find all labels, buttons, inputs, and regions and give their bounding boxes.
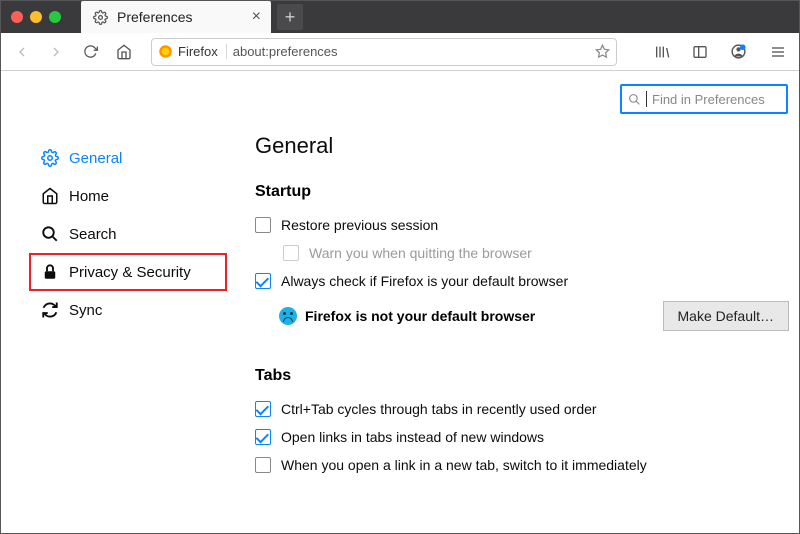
preferences-content: General Home Search Privacy & Security S… (1, 71, 799, 533)
checkbox-label: Always check if Firefox is your default … (281, 273, 568, 289)
library-button[interactable] (647, 37, 677, 67)
sidebar-item-label: Sync (69, 302, 102, 319)
tabs-heading: Tabs (255, 367, 787, 385)
tab-title: Preferences (117, 9, 192, 25)
startup-heading: Startup (255, 183, 787, 201)
sidebar-item-label: Home (69, 188, 109, 205)
checkbox-disabled (283, 245, 299, 261)
site-identity[interactable]: Firefox (158, 44, 227, 59)
sidebar-item-sync[interactable]: Sync (35, 291, 227, 329)
lock-icon (41, 263, 59, 281)
gear-icon (41, 149, 59, 167)
checkbox-label: Ctrl+Tab cycles through tabs in recently… (281, 401, 597, 417)
checkbox-label: Open links in tabs instead of new window… (281, 429, 544, 445)
gear-icon (91, 8, 109, 26)
warn-quit-checkbox-row: Warn you when quitting the browser (255, 239, 787, 267)
new-tab-button[interactable]: + (277, 4, 303, 30)
forward-button[interactable] (41, 37, 71, 67)
default-browser-status-text: Firefox is not your default browser (305, 308, 535, 324)
checkbox-label: Restore previous session (281, 217, 438, 233)
switch-new-tab-checkbox-row[interactable]: When you open a link in a new tab, switc… (255, 451, 787, 479)
checkbox-checked[interactable] (255, 401, 271, 417)
home-button[interactable] (109, 37, 139, 67)
sidebar-item-search[interactable]: Search (35, 215, 227, 253)
checkbox-checked[interactable] (255, 429, 271, 445)
page-title: General (255, 133, 787, 159)
sidebar-toggle-button[interactable] (685, 37, 715, 67)
sidebar-item-label: General (69, 150, 122, 167)
account-button[interactable] (723, 37, 753, 67)
default-browser-status-row: Firefox is not your default browser Make… (255, 295, 787, 337)
checkbox-unchecked[interactable] (255, 457, 271, 473)
browser-toolbar: Firefox about:preferences (1, 33, 799, 71)
text-cursor (646, 91, 647, 107)
open-links-tabs-checkbox-row[interactable]: Open links in tabs instead of new window… (255, 423, 787, 451)
checkbox-checked[interactable] (255, 273, 271, 289)
restore-session-checkbox-row[interactable]: Restore previous session (255, 211, 787, 239)
back-button[interactable] (7, 37, 37, 67)
close-tab-button[interactable]: × (252, 8, 261, 26)
checkbox-label: Warn you when quitting the browser (309, 245, 532, 261)
button-label: Make Default… (678, 308, 774, 324)
minimize-window-button[interactable] (30, 11, 42, 23)
search-icon (41, 225, 59, 243)
url-text: about:preferences (233, 44, 589, 59)
reload-button[interactable] (75, 37, 105, 67)
always-check-default-checkbox-row[interactable]: Always check if Firefox is your default … (255, 267, 787, 295)
checkbox-unchecked[interactable] (255, 217, 271, 233)
home-icon (41, 187, 59, 205)
sidebar-item-label: Search (69, 226, 117, 243)
checkbox-label: When you open a link in a new tab, switc… (281, 457, 647, 473)
find-in-preferences-input[interactable]: Find in Preferences (620, 84, 788, 114)
sidebar-item-general[interactable]: General (35, 139, 227, 177)
url-bar[interactable]: Firefox about:preferences (151, 38, 617, 66)
sync-icon (41, 301, 59, 319)
menu-button[interactable] (763, 37, 793, 67)
search-icon (628, 93, 641, 106)
ctrl-tab-checkbox-row[interactable]: Ctrl+Tab cycles through tabs in recently… (255, 395, 787, 423)
identity-label: Firefox (178, 44, 218, 59)
search-placeholder: Find in Preferences (652, 92, 765, 107)
browser-tab-preferences[interactable]: Preferences × (81, 1, 271, 33)
sidebar-item-label: Privacy & Security (69, 264, 191, 281)
make-default-button[interactable]: Make Default… (663, 301, 789, 331)
maximize-window-button[interactable] (49, 11, 61, 23)
close-window-button[interactable] (11, 11, 23, 23)
bookmark-star-icon[interactable] (595, 44, 610, 59)
preferences-sidebar: General Home Search Privacy & Security S… (1, 71, 227, 533)
titlebar: Preferences × + (1, 1, 799, 33)
window-controls (11, 11, 61, 23)
sidebar-item-home[interactable]: Home (35, 177, 227, 215)
sad-face-icon (279, 307, 297, 325)
preferences-main: General Startup Restore previous session… (227, 71, 799, 533)
firefox-icon (158, 44, 173, 59)
sidebar-item-privacy-security[interactable]: Privacy & Security (29, 253, 227, 291)
